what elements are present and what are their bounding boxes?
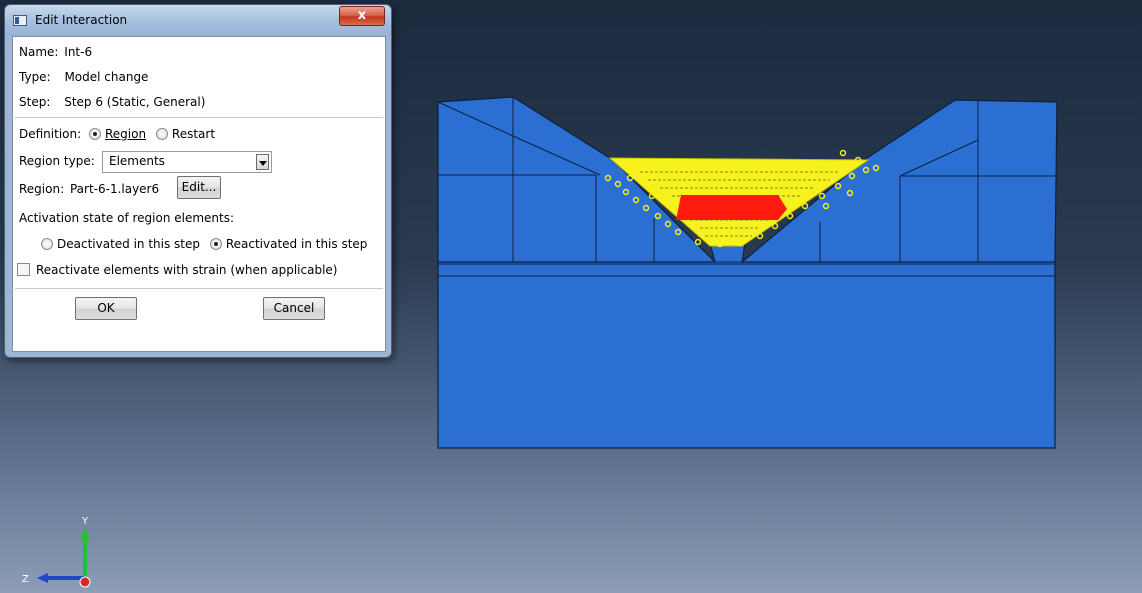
axis-triad: Y Z bbox=[22, 516, 91, 588]
z-axis-label: Z bbox=[22, 574, 29, 585]
y-axis-label: Y bbox=[81, 516, 89, 527]
